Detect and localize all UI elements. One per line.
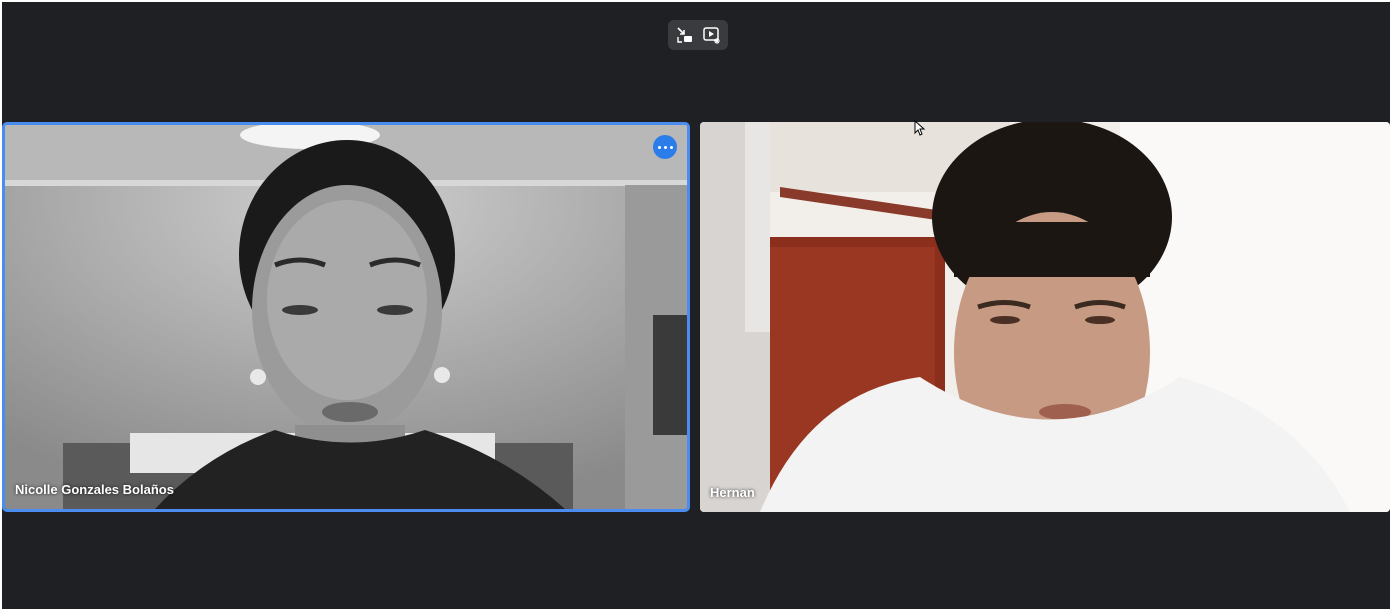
more-options-button[interactable] bbox=[653, 135, 677, 159]
video-effects-icon bbox=[702, 27, 720, 44]
meeting-toolbar bbox=[668, 20, 728, 50]
more-dot-icon bbox=[657, 145, 661, 149]
participant-name: Nicolle Gonzales Bolaños bbox=[15, 482, 174, 497]
exit-fullscreen-icon bbox=[676, 27, 692, 43]
participant-name: Hernan bbox=[710, 485, 755, 500]
more-dot-icon bbox=[669, 145, 673, 149]
video-tile-participant-1[interactable]: Nicolle Gonzales Bolaños bbox=[2, 122, 690, 512]
meeting-window: Nicolle Gonzales Bolaños Hernan bbox=[2, 2, 1390, 609]
participant-video bbox=[700, 122, 1390, 512]
exit-fullscreen-button[interactable] bbox=[673, 23, 697, 47]
more-dot-icon bbox=[663, 145, 667, 149]
mouse-cursor-icon bbox=[914, 120, 926, 136]
participant-video bbox=[5, 125, 687, 509]
video-effects-button[interactable] bbox=[700, 23, 724, 47]
video-tile-participant-2[interactable]: Hernan bbox=[700, 122, 1390, 512]
